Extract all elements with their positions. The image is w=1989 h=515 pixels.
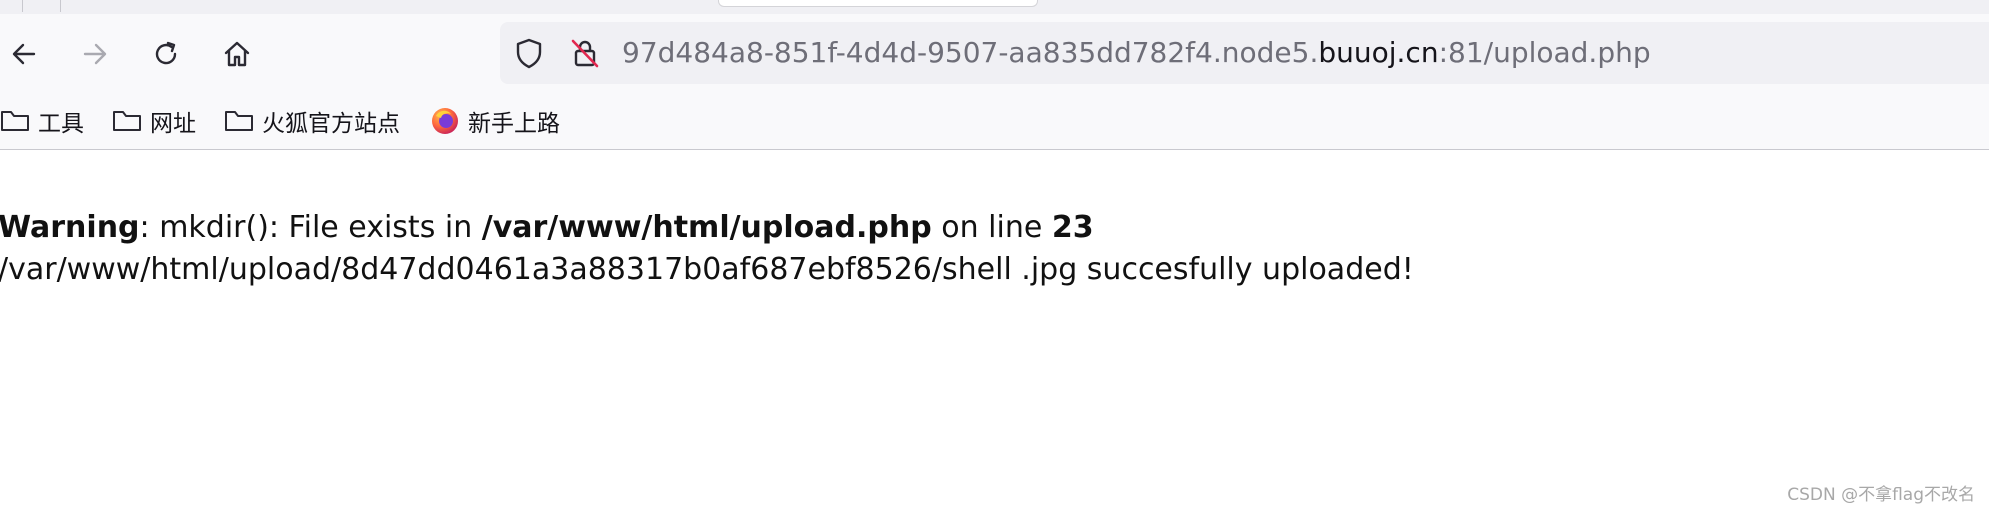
shield-icon[interactable] bbox=[512, 36, 546, 70]
url-bar[interactable]: 97d484a8-851f-4d4d-9507-aa835dd782f4.nod… bbox=[500, 22, 1989, 84]
csdn-watermark: CSDN @不拿flag不改名 bbox=[1787, 485, 1975, 505]
reload-button[interactable] bbox=[144, 32, 188, 76]
firefox-icon bbox=[432, 108, 458, 134]
forward-button[interactable] bbox=[73, 32, 117, 76]
folder-icon bbox=[225, 111, 253, 131]
folder-icon bbox=[1, 111, 29, 131]
warning-label: Warning bbox=[0, 210, 140, 245]
url-host: buuoj.cn bbox=[1318, 36, 1439, 69]
tab-separator bbox=[22, 0, 23, 12]
warning-line-number: 23 bbox=[1051, 210, 1094, 245]
bookmark-label: 网址 bbox=[150, 111, 196, 137]
back-button[interactable] bbox=[2, 32, 46, 76]
url-text[interactable]: 97d484a8-851f-4d4d-9507-aa835dd782f4.nod… bbox=[622, 36, 1651, 70]
reload-icon bbox=[155, 41, 177, 65]
bookmark-label: 新手上路 bbox=[468, 111, 560, 137]
folder-icon bbox=[113, 111, 141, 131]
bookmark-label: 工具 bbox=[38, 111, 84, 137]
php-warning-line: Warning: mkdir(): File exists in /var/ww… bbox=[0, 208, 1094, 248]
bookmarks-toolbar: 工具 网址 火狐官方站点 新手上路 bbox=[0, 95, 1989, 150]
warning-file: /var/www/html/upload.php bbox=[481, 210, 932, 245]
bookmark-folder-firefox-sites[interactable]: 火狐官方站点 bbox=[224, 103, 400, 139]
tab-separator bbox=[60, 0, 61, 12]
insecure-lock-icon[interactable] bbox=[568, 36, 602, 70]
bookmark-folder-tools[interactable]: 工具 bbox=[0, 103, 84, 139]
url-prefix: 97d484a8-851f-4d4d-9507-aa835dd782f4.nod… bbox=[622, 36, 1319, 69]
bookmark-getting-started[interactable]: 新手上路 bbox=[430, 103, 560, 139]
bookmark-folder-sites[interactable]: 网址 bbox=[112, 103, 196, 139]
page-content: Warning: mkdir(): File exists in /var/ww… bbox=[0, 150, 1989, 515]
home-button[interactable] bbox=[215, 32, 259, 76]
warning-text: : mkdir(): File exists in bbox=[139, 210, 482, 245]
bookmark-label: 火狐官方站点 bbox=[262, 111, 400, 137]
tab-strip bbox=[0, 0, 1989, 14]
arrow-left-icon bbox=[12, 43, 36, 65]
warning-on-line: on line bbox=[931, 210, 1052, 245]
arrow-right-icon bbox=[83, 43, 107, 65]
upload-result-message: /var/www/html/upload/8d47dd0461a3a88317b… bbox=[0, 252, 1414, 287]
active-tab-edge[interactable] bbox=[718, 0, 1038, 7]
home-icon bbox=[224, 41, 250, 67]
navigation-toolbar: 97d484a8-851f-4d4d-9507-aa835dd782f4.nod… bbox=[0, 14, 1989, 95]
url-suffix: :81/upload.php bbox=[1438, 36, 1651, 69]
